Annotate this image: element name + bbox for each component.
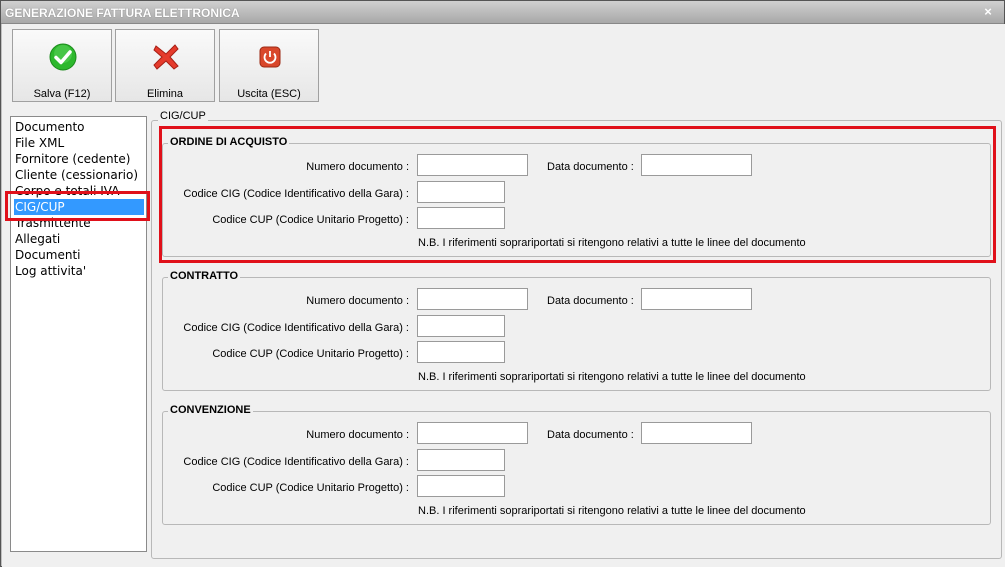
nav-item-cliente[interactable]: Cliente (cessionario) (15, 167, 138, 183)
section-list[interactable]: Documento File XML Fornitore (cedente) C… (10, 116, 147, 552)
title-bar[interactable]: GENERAZIONE FATTURA ELETTRONICA × (1, 1, 1004, 24)
data-documento-input[interactable] (641, 422, 752, 444)
power-icon (259, 46, 281, 68)
data-documento-input[interactable] (641, 288, 752, 310)
codice-cig-input[interactable] (417, 449, 505, 471)
codice-cig-input[interactable] (417, 315, 505, 337)
nav-item-fornitore[interactable]: Fornitore (cedente) (15, 151, 130, 167)
nav-item-allegati[interactable]: Allegati (15, 231, 60, 247)
numero-documento-label: Numero documento : (306, 295, 409, 307)
note-text: N.B. I riferimenti soprariportati si rit… (418, 505, 806, 517)
checkmark-icon (49, 43, 77, 71)
codice-cup-input[interactable] (417, 475, 505, 497)
codice-cup-input[interactable] (417, 341, 505, 363)
save-button-label: Salva (F12) (33, 88, 91, 100)
numero-documento-label: Numero documento : (306, 429, 409, 441)
data-documento-label: Data documento : (547, 429, 634, 441)
note-text: N.B. I riferimenti soprariportati si rit… (418, 371, 806, 383)
highlight-box-group (159, 126, 996, 263)
codice-cup-label: Codice CUP (Codice Unitario Progetto) : (212, 482, 409, 494)
codice-cup-label: Codice CUP (Codice Unitario Progetto) : (212, 348, 409, 360)
codice-cig-label: Codice CIG (Codice Identificativo della … (183, 456, 409, 468)
numero-documento-input[interactable] (417, 422, 528, 444)
group-title: CONTRATTO (168, 270, 241, 282)
delete-button[interactable]: Elimina (115, 29, 215, 102)
window-content: Salva (F12) Elimina Uscita (ESC) Documen… (2, 24, 1005, 567)
red-x-icon (153, 44, 179, 70)
nav-item-documento[interactable]: Documento (15, 119, 85, 135)
save-button[interactable]: Salva (F12) (12, 29, 112, 102)
data-documento-label: Data documento : (547, 295, 634, 307)
app-window: GENERAZIONE FATTURA ELETTRONICA × Salva … (0, 0, 1005, 567)
codice-cig-label: Codice CIG (Codice Identificativo della … (183, 322, 409, 334)
delete-button-label: Elimina (146, 88, 184, 100)
highlight-box-nav (5, 191, 150, 221)
nav-item-documenti[interactable]: Documenti (15, 247, 81, 263)
panel-title: CIG/CUP (158, 110, 208, 122)
nav-item-log-attivita[interactable]: Log attivita' (15, 263, 86, 279)
group-title: CONVENZIONE (168, 404, 253, 416)
close-icon[interactable]: × (980, 4, 996, 20)
exit-button-label: Uscita (ESC) (237, 88, 301, 100)
nav-item-file-xml[interactable]: File XML (15, 135, 64, 151)
exit-button[interactable]: Uscita (ESC) (219, 29, 319, 102)
window-title: GENERAZIONE FATTURA ELETTRONICA (5, 6, 240, 20)
numero-documento-input[interactable] (417, 288, 528, 310)
